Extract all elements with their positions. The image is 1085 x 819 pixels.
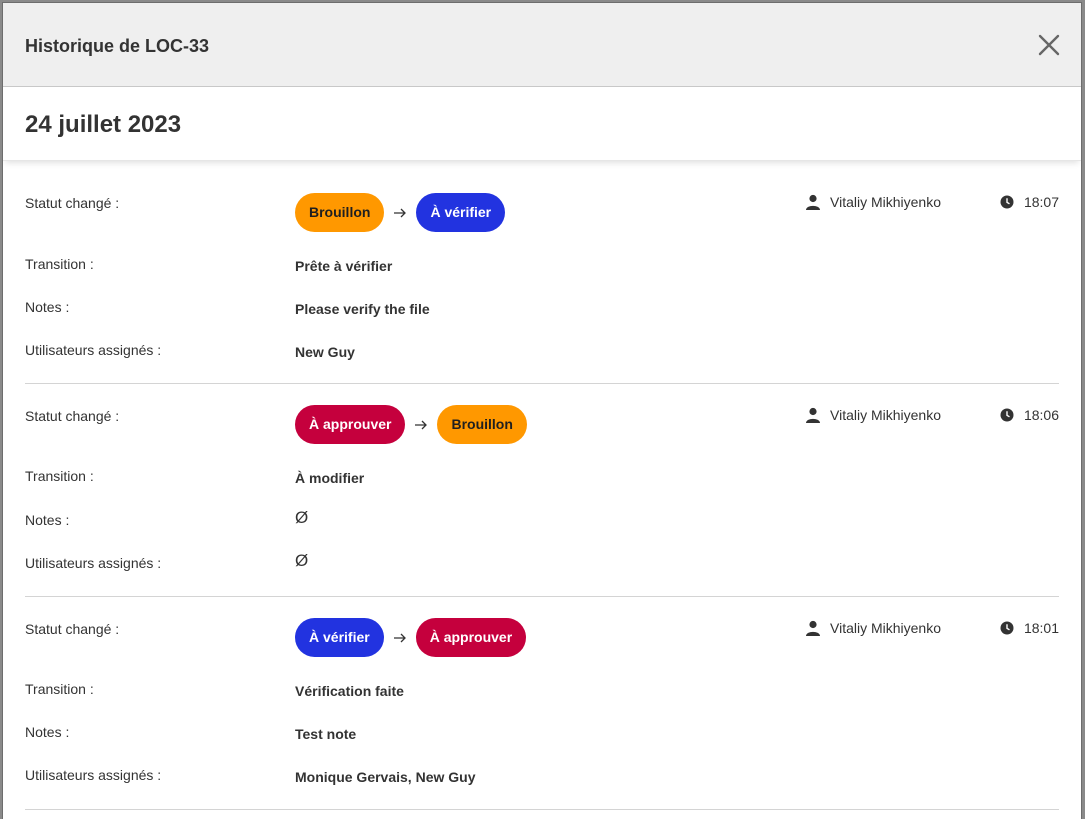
- user-icon: [806, 407, 820, 423]
- transition-value: Vérification faite: [295, 683, 404, 699]
- clock-icon: [1000, 408, 1014, 422]
- entry-user: Vitaliy Mikhiyenko: [805, 407, 941, 423]
- history-entry: Statut changé : À approuver Brouillon Vi…: [25, 384, 1059, 597]
- transition-value: À modifier: [295, 470, 365, 486]
- assigned-label: Utilisateurs assignés :: [25, 555, 162, 571]
- entry-time: 18:01: [1000, 620, 1059, 636]
- history-entry: Statut changé : À vérifier À approuver V…: [25, 597, 1059, 810]
- modal-header: Historique de LOC-33: [3, 3, 1081, 87]
- user-name: Vitaliy Mikhiyenko: [830, 194, 942, 210]
- close-icon: [1038, 34, 1060, 56]
- status-change: À vérifier À approuver: [295, 618, 527, 657]
- arrow-right-icon: [415, 420, 428, 429]
- transition-label: Transition :: [25, 468, 94, 484]
- assigned-label: Utilisateurs assignés :: [25, 767, 162, 783]
- date-title: 24 juillet 2023: [25, 111, 182, 138]
- status-change: Brouillon À vérifier: [295, 193, 506, 232]
- entry-user: Vitaliy Mikhiyenko: [805, 620, 941, 636]
- entry-time: 18:07: [1000, 194, 1059, 210]
- to-status-badge: À vérifier: [416, 193, 506, 232]
- history-modal: Historique de LOC-33 24 juillet 2023 Sta…: [3, 3, 1081, 819]
- time-value: 18:01: [1023, 620, 1059, 636]
- transition-value: Prête à vérifier: [295, 258, 393, 274]
- assigned-label: Utilisateurs assignés :: [25, 342, 162, 358]
- from-status-badge: Brouillon: [295, 193, 385, 232]
- notes-label: Notes :: [25, 299, 70, 315]
- arrow-right-icon: [394, 208, 407, 217]
- status-label: Statut changé :: [25, 195, 120, 211]
- history-list: Statut changé : Brouillon À vérifier Vit…: [3, 161, 1081, 810]
- modal-title: Historique de LOC-33: [25, 36, 210, 56]
- history-entry: Statut changé : Brouillon À vérifier Vit…: [25, 161, 1059, 384]
- from-status-badge: À vérifier: [295, 618, 384, 657]
- status-change: À approuver Brouillon: [295, 405, 527, 444]
- notes-value: Please verify the file: [295, 301, 430, 317]
- close-button[interactable]: [1037, 33, 1061, 57]
- assigned-value: Monique Gervais, New Guy: [295, 769, 476, 785]
- user-icon: [806, 194, 820, 210]
- user-name: Vitaliy Mikhiyenko: [830, 407, 942, 423]
- arrow-right-icon: [393, 633, 406, 642]
- time-value: 18:07: [1023, 194, 1059, 210]
- date-header: 24 juillet 2023: [3, 87, 1081, 161]
- notes-value: Test note: [295, 726, 357, 742]
- notes-label: Notes :: [25, 724, 70, 740]
- user-icon: [806, 620, 820, 636]
- notes-label: Notes :: [25, 512, 70, 528]
- user-name: Vitaliy Mikhiyenko: [830, 620, 942, 636]
- assigned-value: New Guy: [295, 344, 355, 360]
- time-value: 18:06: [1023, 407, 1059, 423]
- status-label: Statut changé :: [25, 408, 120, 424]
- clock-icon: [1000, 195, 1014, 209]
- notes-value: Ø: [295, 508, 309, 527]
- transition-label: Transition :: [25, 681, 94, 697]
- to-status-badge: Brouillon: [437, 405, 527, 444]
- to-status-badge: À approuver: [415, 618, 527, 657]
- clock-icon: [1000, 621, 1014, 635]
- entry-user: Vitaliy Mikhiyenko: [805, 194, 941, 210]
- transition-label: Transition :: [25, 256, 94, 272]
- entry-time: 18:06: [1000, 407, 1059, 423]
- from-status-badge: À approuver: [295, 405, 406, 444]
- status-label: Statut changé :: [25, 621, 120, 637]
- assigned-value: Ø: [295, 551, 309, 570]
